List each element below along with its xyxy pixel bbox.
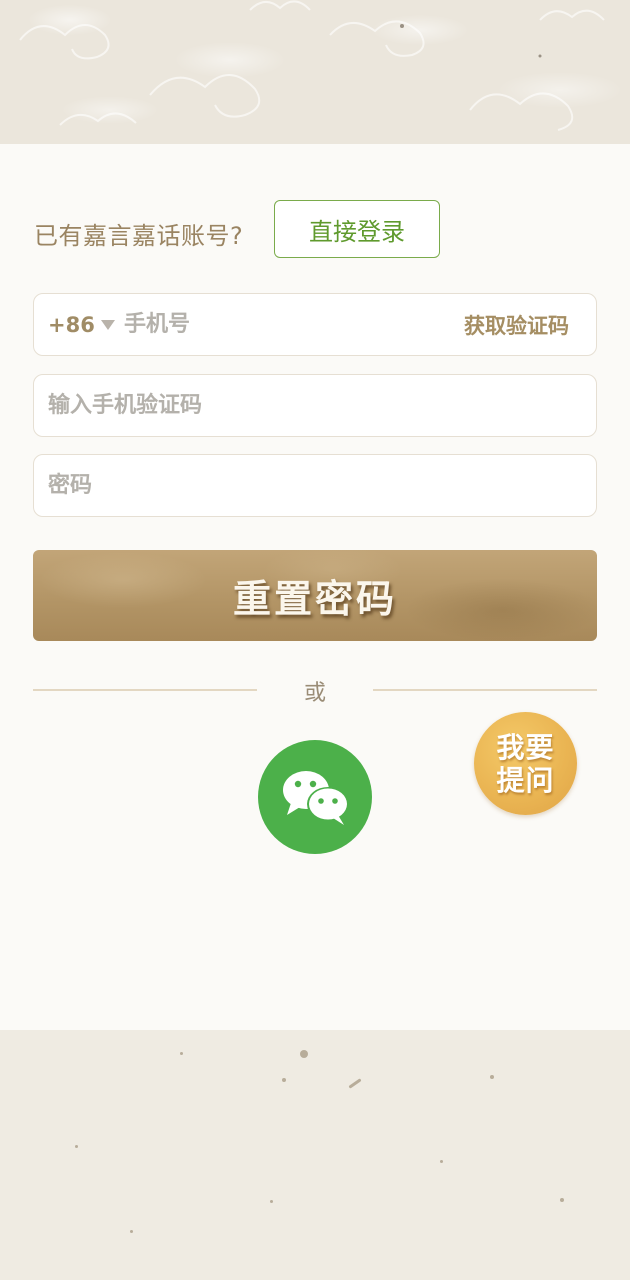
account-prompt-text: 已有嘉言嘉话账号?	[34, 222, 244, 250]
verification-code-input[interactable]	[48, 375, 578, 436]
country-code-selector[interactable]: +86	[48, 294, 115, 355]
dropdown-triangle-icon	[100, 319, 115, 330]
divider-right	[373, 689, 597, 691]
wechat-login-button[interactable]	[258, 740, 372, 854]
bottom-background-paper	[0, 1030, 630, 1280]
verification-code-field	[33, 374, 597, 437]
cloud-pattern	[19, 0, 605, 131]
reset-password-button[interactable]: 重置密码	[33, 550, 597, 641]
phone-field: +86 获取验证码	[33, 293, 597, 356]
phone-input[interactable]	[124, 294, 444, 355]
get-code-button[interactable]: 获取验证码	[464, 294, 569, 355]
ask-question-line2: 提问	[496, 763, 555, 797]
wechat-icon	[283, 771, 349, 825]
reset-password-label: 重置密码	[232, 576, 397, 621]
country-code-text: +86	[48, 312, 95, 337]
ask-question-line1: 我要	[496, 730, 555, 764]
divider-or-text: 或	[303, 681, 326, 706]
ask-question-button[interactable]: 我要 提问	[474, 712, 577, 815]
top-background-pattern	[0, 0, 630, 144]
password-input[interactable]	[48, 455, 578, 516]
direct-login-button[interactable]: 直接登录	[274, 200, 440, 258]
password-field	[33, 454, 597, 517]
